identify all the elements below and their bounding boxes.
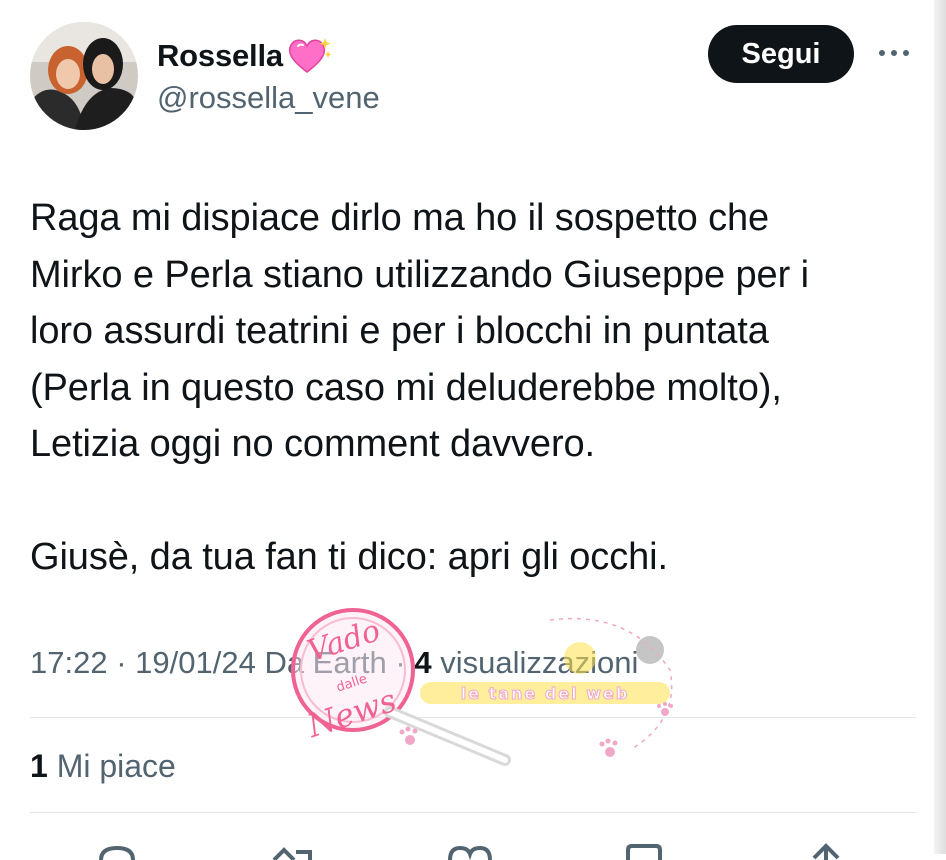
views-label: visualizzazioni <box>440 645 639 680</box>
window-edge <box>934 0 946 854</box>
share-icon[interactable] <box>806 840 846 860</box>
reply-icon[interactable] <box>95 840 139 860</box>
likes-count: 1 <box>30 748 48 784</box>
more-icon[interactable] <box>876 46 912 60</box>
watermark-banner: le tane del web <box>461 684 630 703</box>
views-count: 4 <box>414 645 432 680</box>
tweet-date[interactable]: 19/01/24 <box>135 645 256 680</box>
user-name[interactable]: Rossella <box>157 38 283 74</box>
watermark-line3: News <box>302 681 401 745</box>
tweet-paragraph-1: Raga mi dispiace dirlo ma ho il sospetto… <box>30 197 809 465</box>
avatar-photo <box>30 22 138 130</box>
tweet-source: Da Earth <box>264 645 387 680</box>
watermark-logo: Vado dalle News le tane del web <box>291 608 673 766</box>
follow-button[interactable]: Segui <box>708 25 854 83</box>
user-handle[interactable]: @rossella_vene <box>157 80 380 116</box>
likes-stat[interactable]: 1 Mi piace <box>30 748 176 785</box>
tweet-meta: 17:22 · 19/01/24 Da Earth · 4 visualizza… <box>30 645 639 680</box>
divider <box>30 812 916 813</box>
bookmark-icon[interactable] <box>624 840 664 860</box>
divider <box>30 717 916 718</box>
avatar[interactable] <box>30 22 138 130</box>
tweet-time[interactable]: 17:22 <box>30 645 108 680</box>
sparkling-heart-icon <box>288 38 332 73</box>
user-name-row[interactable]: Rossella <box>157 36 333 76</box>
tweet-paragraph-2: Giusè, da tua fan ti dico: apri gli occh… <box>30 536 668 578</box>
tweet-text: Raga mi dispiace dirlo ma ho il sospetto… <box>30 190 910 586</box>
likes-label: Mi piace <box>56 748 176 784</box>
retweet-icon[interactable] <box>270 840 320 860</box>
like-icon[interactable] <box>446 840 494 860</box>
